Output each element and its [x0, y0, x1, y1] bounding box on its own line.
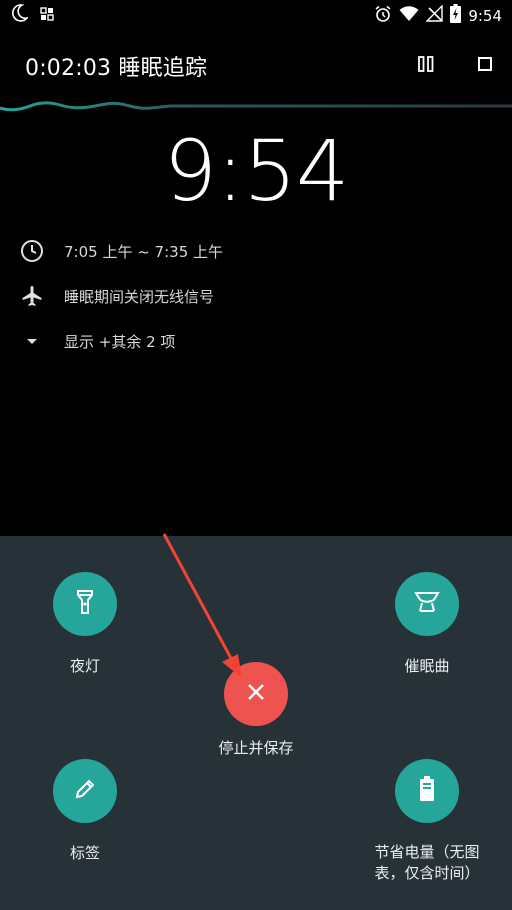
tag-button[interactable]	[53, 759, 117, 823]
status-bar: 9:54	[0, 0, 512, 28]
current-time: 9:54	[163, 122, 350, 220]
flashlight-icon	[74, 589, 96, 619]
clock-icon	[18, 237, 46, 265]
grid-icon	[40, 6, 54, 25]
lullaby-icon	[413, 590, 441, 618]
alarm-icon	[374, 5, 392, 27]
lullaby-button[interactable]	[395, 572, 459, 636]
alarm-window-row[interactable]: 7:05 上午 ~ 7:35 上午	[18, 236, 223, 266]
battery-saver-label: 节省电量（无图 表，仅含时间）	[374, 843, 480, 882]
airplane-mode-row[interactable]: 睡眠期间关闭无线信号	[18, 281, 214, 311]
close-icon	[246, 682, 266, 706]
pencil-icon	[73, 777, 97, 805]
tag-label: 标签	[69, 844, 100, 862]
status-time: 9:54	[468, 6, 502, 25]
night-light-label: 夜灯	[69, 657, 100, 675]
show-more-row[interactable]: 显示 +其余 2 项	[18, 326, 175, 356]
stop-save-label: 停止并保存	[218, 739, 294, 757]
lullaby-label: 催眠曲	[404, 657, 450, 675]
airplane-mode-text: 睡眠期间关闭无线信号	[64, 287, 215, 306]
show-more-text: 显示 +其余 2 项	[64, 332, 176, 351]
alarm-window-text: 7:05 上午 ~ 7:35 上午	[64, 242, 224, 261]
no-signal-icon	[425, 4, 444, 26]
stop-button[interactable]	[471, 52, 499, 80]
night-light-button[interactable]	[53, 572, 117, 636]
pause-button[interactable]	[412, 52, 440, 80]
stop-square-icon	[477, 56, 493, 76]
battery-charging-icon	[450, 4, 462, 27]
moon-icon	[12, 4, 30, 26]
app-header: 0:02:03 睡眠追踪	[0, 40, 512, 90]
wifi-icon	[399, 5, 419, 26]
battery-saver-button[interactable]	[395, 759, 459, 823]
elapsed-title: 0:02:03 睡眠追踪	[25, 56, 208, 81]
airplane-icon	[18, 282, 46, 310]
pause-icon	[417, 55, 435, 77]
battery-icon	[419, 776, 435, 806]
caret-down-icon	[18, 327, 46, 355]
sleep-graph-line	[0, 101, 512, 112]
stop-save-button[interactable]	[224, 662, 288, 726]
